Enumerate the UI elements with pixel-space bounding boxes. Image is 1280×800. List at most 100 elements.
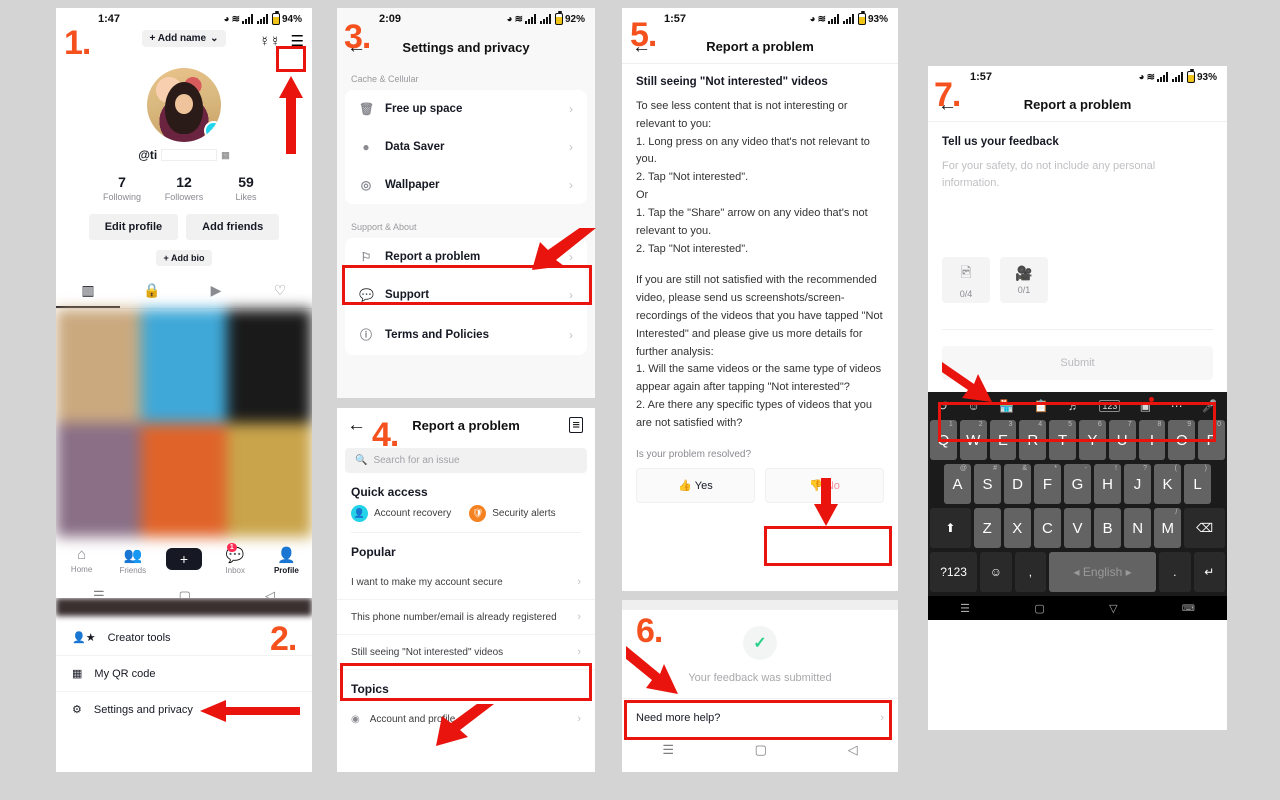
avatar[interactable]: + (147, 68, 221, 142)
statusbar: 1:47 ◕ ≋ 94% (56, 8, 312, 30)
key-j[interactable]: ? J (1124, 464, 1151, 504)
key-o[interactable]: 9O (1168, 420, 1196, 460)
quick-access-security-alerts[interactable]: 🛡 Security alerts (469, 505, 556, 522)
key-emoji[interactable]: ☺ (980, 552, 1012, 592)
key-m[interactable]: / M (1154, 508, 1182, 548)
key-shift[interactable]: ⬆ (930, 508, 971, 548)
back-arrow-icon[interactable]: ← (347, 416, 366, 435)
key-d[interactable]: & D (1004, 464, 1031, 504)
home-nav-icon[interactable]: ▢ (755, 742, 767, 758)
yes-button[interactable]: 👍 Yes (636, 467, 755, 503)
key-u[interactable]: 7U (1108, 420, 1136, 460)
key-l[interactable]: ) L (1184, 464, 1211, 504)
key-p[interactable]: 0P (1198, 420, 1225, 460)
recents-icon[interactable]: ☰ (960, 602, 970, 615)
tab-liked-heart[interactable]: ♡ (248, 276, 312, 308)
key-b[interactable]: B (1094, 508, 1122, 548)
key-symbols[interactable]: ?123 (930, 552, 978, 592)
tab-grid[interactable]: ▥ (56, 276, 120, 308)
edit-profile-button[interactable]: Edit profile (88, 214, 179, 240)
tabbar-item-friends[interactable]: 👥 Friends (107, 546, 158, 575)
stat-following[interactable]: 7 Following (91, 174, 153, 202)
key-f[interactable]: * F (1034, 464, 1061, 504)
friends-icon: 👥 (123, 546, 143, 564)
tabbar-item-create[interactable]: + (158, 547, 209, 573)
menu-item-my-qr-code[interactable]: ▦ My QR code (56, 656, 312, 692)
settings-item-label: Terms and Policies (385, 328, 489, 341)
key-v[interactable]: V (1063, 508, 1092, 548)
add-bio-button[interactable]: + Add bio (155, 250, 213, 266)
number-icon[interactable]: 123 (1099, 400, 1121, 412)
tab-repost[interactable]: ▶ (184, 276, 248, 308)
key-e[interactable]: 3E (989, 420, 1017, 460)
keyboard-row-3: ⬆ Z X C V B N / M ⌫ (928, 508, 1227, 552)
stat-likes[interactable]: 59 Likes (215, 174, 277, 202)
stat-followers[interactable]: 12 Followers (153, 174, 215, 202)
plus-icon[interactable]: + (163, 547, 205, 570)
key-comma[interactable]: , (1014, 552, 1047, 592)
key-backspace[interactable]: ⌫ (1184, 508, 1225, 548)
step-number-1: 1. (64, 24, 91, 62)
flag-icon: ⚐ (360, 250, 372, 264)
qr-code-icon[interactable]: ▦ (221, 150, 230, 161)
profile-handle: @ti ▦ (56, 148, 312, 162)
key-s[interactable]: # S (974, 464, 1001, 504)
quick-access-account-recovery[interactable]: 👤 Account recovery (351, 505, 451, 522)
key-x[interactable]: X (1003, 508, 1031, 548)
feedback-textarea[interactable]: For your safety, do not include any pers… (928, 148, 1227, 191)
settings-item-support[interactable]: 💬 Support › (345, 276, 587, 314)
key-z[interactable]: Z (973, 508, 1001, 548)
dnd-icon: ◕ (223, 13, 230, 25)
theme-icon[interactable]: ♬ (1068, 399, 1080, 413)
key-g[interactable]: -G (1064, 464, 1091, 504)
key-enter[interactable]: ↵ (1193, 552, 1225, 592)
back-nav-icon[interactable]: ◁ (848, 742, 858, 758)
key-t[interactable]: 5T (1049, 420, 1076, 460)
tab-private-lock[interactable]: 🔒 (120, 276, 184, 308)
key-q[interactable]: 1Q (930, 420, 957, 460)
step-number-5: 5. (630, 16, 657, 54)
key-n[interactable]: N (1124, 508, 1152, 548)
more-icon[interactable]: ⋯ (1171, 399, 1183, 413)
translate-box-icon[interactable]: ▣ (1140, 397, 1155, 413)
popular-item-already-registered[interactable]: This phone number/email is already regis… (337, 600, 595, 635)
popular-item-not-interested-videos[interactable]: Still seeing "Not interested" videos › (337, 635, 595, 670)
settings-item-data-saver[interactable]: ● Data Saver › (345, 128, 587, 166)
key-r[interactable]: 4R (1019, 420, 1047, 460)
add-name-button[interactable]: + Add name ⌄ (141, 30, 227, 47)
add-video-button[interactable]: 🎥 0/1 (1000, 257, 1048, 303)
battery-icon (271, 11, 280, 25)
need-more-help-button[interactable]: Need more help? › (622, 698, 898, 737)
sticker-store-icon[interactable]: 🏪 (999, 399, 1014, 413)
add-photo-button[interactable]: 🖻 0/4 (942, 257, 990, 303)
creator-tools-icon: 👤★ (72, 632, 96, 644)
key-k[interactable]: (K (1154, 464, 1181, 504)
add-avatar-plus-icon[interactable]: + (204, 121, 221, 140)
key-w[interactable]: 2W (959, 420, 987, 460)
key-i[interactable]: 8I (1138, 420, 1166, 460)
my-reports-icon[interactable]: ≡ (569, 417, 583, 433)
clipboard-icon[interactable]: 📋 (1034, 399, 1049, 413)
key-c[interactable]: C (1033, 508, 1061, 548)
settings-item-free-up-space[interactable]: 🗑 Free up space › (345, 90, 587, 128)
add-friends-button[interactable]: Add friends (186, 214, 280, 240)
settings-item-terms-and-policies[interactable]: ⓘ Terms and Policies › (345, 314, 587, 355)
back-nav-icon[interactable]: ▽ (1109, 602, 1117, 615)
settings-item-wallpaper[interactable]: ◎ Wallpaper › (345, 166, 587, 204)
key-period[interactable]: . (1159, 552, 1191, 592)
keyboard-icon[interactable]: ⌨ (1182, 603, 1195, 614)
key-space[interactable]: ◂ English ▸ (1049, 552, 1157, 592)
key-y[interactable]: 6Y (1079, 420, 1106, 460)
recents-icon[interactable]: ☰ (662, 742, 674, 758)
mic-icon[interactable]: 🎤 (1202, 399, 1217, 413)
tabbar-item-inbox[interactable]: 💬 1 Inbox (210, 542, 261, 575)
tabbar-item-profile[interactable]: 👤 Profile (261, 546, 312, 575)
hamburger-menu-icon[interactable]: ☰ (291, 32, 304, 50)
key-h[interactable]: ! H (1094, 464, 1121, 504)
key-a[interactable]: @ A (944, 464, 971, 504)
home-nav-icon[interactable]: ▢ (1034, 602, 1044, 615)
tabbar-item-home[interactable]: ⌂ Home (56, 546, 107, 574)
popular-item-account-secure[interactable]: I want to make my account secure › (337, 565, 595, 600)
find-friends-icon[interactable]: ☿☿ (260, 33, 281, 49)
video-grid[interactable] (56, 309, 312, 537)
